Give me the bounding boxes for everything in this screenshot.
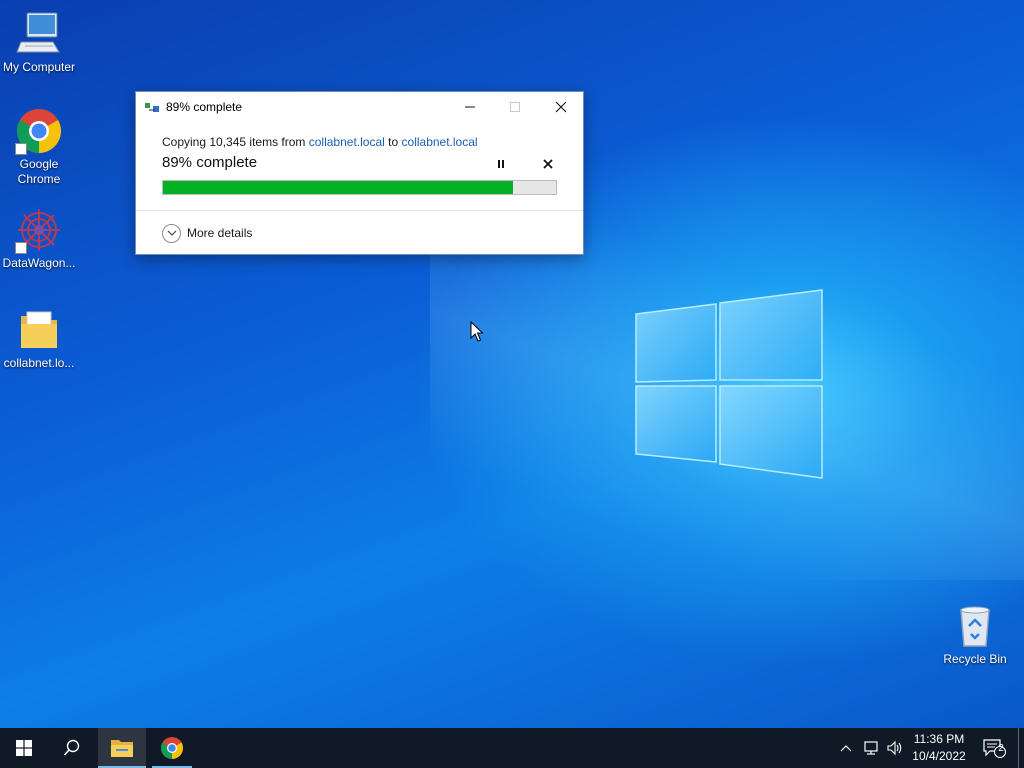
windows-start-icon bbox=[16, 740, 32, 756]
more-details-toggle[interactable]: More details bbox=[162, 223, 252, 243]
desktop-icon-collabnet-folder[interactable]: collabnet.lo... bbox=[0, 306, 78, 371]
close-button[interactable] bbox=[538, 92, 584, 122]
show-hidden-icons-button[interactable] bbox=[836, 728, 856, 768]
close-icon bbox=[555, 101, 567, 113]
desktop-icon-label: collabnet.lo... bbox=[3, 356, 75, 370]
chrome-icon bbox=[161, 737, 183, 759]
file-explorer-icon bbox=[111, 740, 133, 757]
taskbar: 11:36 PM 10/4/2022 2 bbox=[0, 728, 1024, 768]
copy-prefix: Copying 10,345 items from bbox=[162, 135, 306, 149]
volume-button[interactable] bbox=[884, 728, 906, 768]
minimize-icon bbox=[465, 106, 475, 108]
folder-icon bbox=[15, 306, 63, 354]
destination-link[interactable]: collabnet.local bbox=[402, 135, 478, 149]
search-button[interactable] bbox=[48, 728, 96, 768]
copy-transfer-icon bbox=[145, 100, 161, 114]
to-word: to bbox=[388, 135, 399, 149]
maximize-button bbox=[492, 92, 538, 122]
desktop-icon-my-computer[interactable]: My Computer bbox=[0, 10, 78, 75]
shortcut-arrow-icon bbox=[15, 242, 27, 254]
desktop-icon-label: DataWagon... bbox=[2, 256, 76, 270]
dialog-titlebar[interactable]: 89% complete bbox=[136, 92, 583, 122]
taskbar-clock[interactable]: 11:36 PM 10/4/2022 bbox=[906, 731, 972, 765]
percent-complete-label: 89% complete bbox=[162, 154, 258, 171]
clock-date: 10/4/2022 bbox=[912, 749, 966, 763]
dialog-divider bbox=[136, 210, 583, 211]
desktop-icon-label: Recycle Bin bbox=[943, 652, 1007, 666]
taskbar-file-explorer[interactable] bbox=[98, 728, 146, 768]
pause-button[interactable] bbox=[491, 154, 511, 174]
datawagon-icon bbox=[15, 206, 63, 254]
copy-progress-dialog: 89% complete Copying 10,345 items from c… bbox=[135, 91, 584, 255]
copy-progress-bar bbox=[162, 180, 557, 195]
cancel-icon bbox=[543, 159, 553, 169]
start-button[interactable] bbox=[0, 728, 48, 768]
chevron-up-icon bbox=[840, 745, 852, 752]
desktop-icon-recycle-bin[interactable]: Recycle Bin bbox=[940, 602, 1010, 666]
source-link[interactable]: collabnet.local bbox=[309, 135, 385, 149]
network-button[interactable] bbox=[860, 728, 882, 768]
mouse-cursor-icon bbox=[470, 321, 483, 342]
chevron-down-icon bbox=[162, 223, 181, 243]
desktop-icon-datawagon[interactable]: DataWagon... bbox=[0, 206, 78, 271]
action-center-button[interactable]: 2 bbox=[976, 728, 1012, 768]
copy-description: Copying 10,345 items from collabnet.loca… bbox=[162, 135, 478, 149]
cancel-copy-button[interactable] bbox=[538, 154, 558, 174]
pause-icon bbox=[498, 160, 504, 168]
show-desktop-button[interactable] bbox=[1018, 728, 1024, 768]
dialog-title: 89% complete bbox=[166, 100, 243, 114]
volume-icon bbox=[887, 740, 902, 756]
taskbar-google-chrome[interactable] bbox=[148, 728, 196, 768]
desktop-icon-google-chrome[interactable]: Google Chrome bbox=[0, 107, 78, 187]
desktop-icon-label: My Computer bbox=[2, 60, 76, 74]
minimize-button[interactable] bbox=[447, 92, 493, 122]
computer-icon bbox=[15, 10, 63, 58]
network-icon bbox=[864, 741, 878, 755]
shortcut-arrow-icon bbox=[15, 143, 27, 155]
more-details-label: More details bbox=[187, 226, 253, 240]
maximize-icon bbox=[510, 102, 520, 112]
progress-fill bbox=[163, 181, 513, 194]
desktop-icon-label: Google Chrome bbox=[17, 157, 61, 186]
notification-count-badge: 2 bbox=[998, 743, 1004, 754]
recycle-bin-icon bbox=[951, 602, 999, 650]
windows-logo-wallpaper bbox=[635, 289, 823, 479]
search-icon bbox=[63, 739, 80, 756]
clock-time: 11:36 PM bbox=[913, 732, 965, 746]
chrome-icon bbox=[15, 107, 63, 155]
